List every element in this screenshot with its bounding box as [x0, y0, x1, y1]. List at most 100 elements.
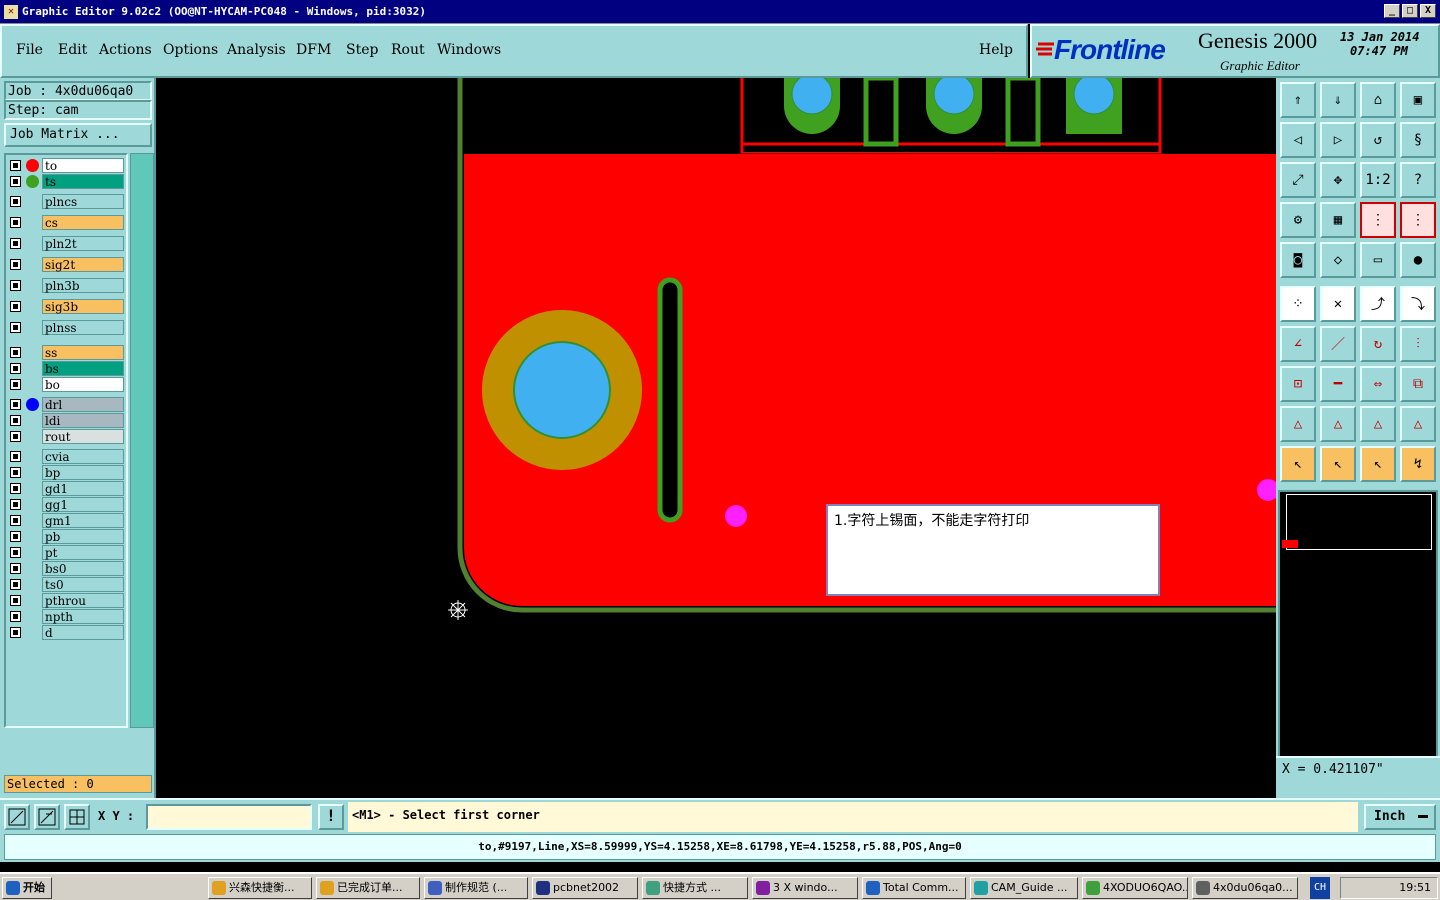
layer-name[interactable]: pln2t [42, 236, 124, 251]
zoom-fit-icon[interactable]: ⤢ [1280, 162, 1316, 198]
layer-row-sig3b[interactable]: sig3b [8, 299, 124, 314]
layer-name[interactable]: ts0 [42, 577, 124, 592]
layer-checkbox[interactable] [10, 611, 21, 622]
layer-name[interactable]: to [42, 158, 124, 173]
layer-row-gg1[interactable]: gg1 [8, 497, 124, 512]
overview-window[interactable] [1278, 490, 1438, 790]
menu-actions[interactable]: Actions [99, 42, 152, 58]
note-box[interactable]: 1.字符上锡面，不能走字符打印 [826, 504, 1160, 596]
layer-row-plnss[interactable]: plnss [8, 320, 124, 335]
layer-name[interactable]: gm1 [42, 513, 124, 528]
layer-checkbox[interactable] [10, 563, 21, 574]
graphic-canvas[interactable]: 1.字符上锡面，不能走字符打印 [156, 78, 1276, 798]
pair-icon[interactable]: ⊡ [1280, 366, 1316, 402]
layer-name[interactable]: pt [42, 545, 124, 560]
measure-icon[interactable]: ⚙ [1280, 202, 1316, 238]
layer-checkbox[interactable] [10, 467, 21, 478]
layer-name[interactable]: bo [42, 377, 124, 392]
taskbar-item[interactable]: 3 X windo... [752, 877, 858, 899]
zoom-window-icon[interactable] [4, 804, 30, 830]
redraw-icon[interactable]: ↺ [1360, 122, 1396, 158]
layer-row-gm1[interactable]: gm1 [8, 513, 124, 528]
layer-name[interactable]: pb [42, 529, 124, 544]
taskbar-item[interactable]: 制作规范 (... [424, 877, 528, 899]
grid-icon[interactable]: ▦ [1320, 202, 1356, 238]
display-icon[interactable]: ◙ [1280, 242, 1316, 278]
layer-name[interactable]: sig2t [42, 257, 124, 272]
layer-checkbox[interactable] [10, 217, 21, 228]
copy-icon[interactable]: ⤵ [1400, 286, 1436, 322]
layer-name[interactable]: d [42, 625, 124, 640]
arc-icon[interactable]: ↻ [1360, 326, 1396, 362]
taskbar-item[interactable]: CAM_Guide ... [970, 877, 1078, 899]
layer-checkbox[interactable] [10, 579, 21, 590]
layer-row-gd1[interactable]: gd1 [8, 481, 124, 496]
menu-edit[interactable]: Edit [58, 42, 87, 58]
layer-name[interactable]: drl [42, 397, 124, 412]
group-icon[interactable]: ⧉ [1400, 366, 1436, 402]
menu-file[interactable]: File [16, 42, 43, 58]
snap-icon[interactable]: § [1400, 122, 1436, 158]
layer-name[interactable]: plncs [42, 194, 124, 209]
layers-red2-icon[interactable]: ⋮ [1400, 202, 1436, 238]
tri1-icon[interactable]: △ [1280, 406, 1316, 442]
layer-row-to[interactable]: to [8, 158, 124, 173]
layer-checkbox[interactable] [10, 483, 21, 494]
menu-dfm[interactable]: DFM [296, 42, 331, 58]
layer-name[interactable]: bp [42, 465, 124, 480]
layer-row-bp[interactable]: bp [8, 465, 124, 480]
close-button[interactable]: X [1420, 4, 1436, 18]
taskbar-item[interactable]: Total Comm... [862, 877, 966, 899]
layer-row-pln2t[interactable]: pln2t [8, 236, 124, 251]
pad-icon[interactable]: ● [1400, 242, 1436, 278]
select-net-icon[interactable]: ↯ [1400, 446, 1436, 482]
layer-checkbox[interactable] [10, 451, 21, 462]
layer-checkbox[interactable] [10, 280, 21, 291]
layer-row-pt[interactable]: pt [8, 545, 124, 560]
window-icon[interactable]: ▣ [1400, 82, 1436, 118]
menu-windows[interactable]: Windows [437, 42, 501, 58]
layer-checkbox[interactable] [10, 196, 21, 207]
layer-row-rout[interactable]: rout [8, 429, 124, 444]
menu-help[interactable]: Help [979, 42, 1013, 58]
zoom-center-icon[interactable]: ✥ [1320, 162, 1356, 198]
layer-checkbox[interactable] [10, 515, 21, 526]
next-icon[interactable]: ▷ [1320, 122, 1356, 158]
layer-row-ss[interactable]: ss [8, 345, 124, 360]
layer-checkbox[interactable] [10, 415, 21, 426]
save-icon[interactable]: ⇓ [1320, 82, 1356, 118]
layers-red-icon[interactable]: ⋮ [1360, 202, 1396, 238]
layer-name[interactable]: ldi [42, 413, 124, 428]
taskbar-item[interactable]: 4x0du06qa0... [1192, 877, 1298, 899]
layer-name[interactable]: bs [42, 361, 124, 376]
move-icon[interactable]: ⤴ [1360, 286, 1396, 322]
layer-row-pthrou[interactable]: pthrou [8, 593, 124, 608]
menu-options[interactable]: Options [163, 42, 218, 58]
layer-name[interactable]: gd1 [42, 481, 124, 496]
layer-name[interactable]: cvia [42, 449, 124, 464]
layer-checkbox[interactable] [10, 595, 21, 606]
ime-indicator[interactable]: CH [1310, 877, 1330, 899]
layer-checkbox[interactable] [10, 347, 21, 358]
layer-checkbox[interactable] [10, 399, 21, 410]
layer-checkbox[interactable] [10, 259, 21, 270]
layer-checkbox[interactable] [10, 431, 21, 442]
layer-row-pb[interactable]: pb [8, 529, 124, 544]
select-icon[interactable]: ↖ [1280, 446, 1316, 482]
layer-checkbox[interactable] [10, 238, 21, 249]
layer-scrollbar[interactable] [130, 153, 154, 728]
layer-name[interactable]: pthrou [42, 593, 124, 608]
help-icon[interactable]: ? [1400, 162, 1436, 198]
menu-analysis[interactable]: Analysis [227, 42, 286, 58]
layer-row-bs0[interactable]: bs0 [8, 561, 124, 576]
layer-checkbox[interactable] [10, 379, 21, 390]
layer-name[interactable]: rout [42, 429, 124, 444]
layer-row-pln3b[interactable]: pln3b [8, 278, 124, 293]
stretch-icon[interactable]: ⇔ [1360, 366, 1396, 402]
taskbar-item[interactable]: 快捷方式 ... [642, 877, 748, 899]
layer-name[interactable]: ss [42, 345, 124, 360]
layer-checkbox[interactable] [10, 160, 21, 171]
menu-rout[interactable]: Rout [391, 42, 425, 58]
split-icon[interactable]: ━ [1320, 366, 1356, 402]
taskbar-item[interactable]: 兴森快捷衡... [208, 877, 312, 899]
